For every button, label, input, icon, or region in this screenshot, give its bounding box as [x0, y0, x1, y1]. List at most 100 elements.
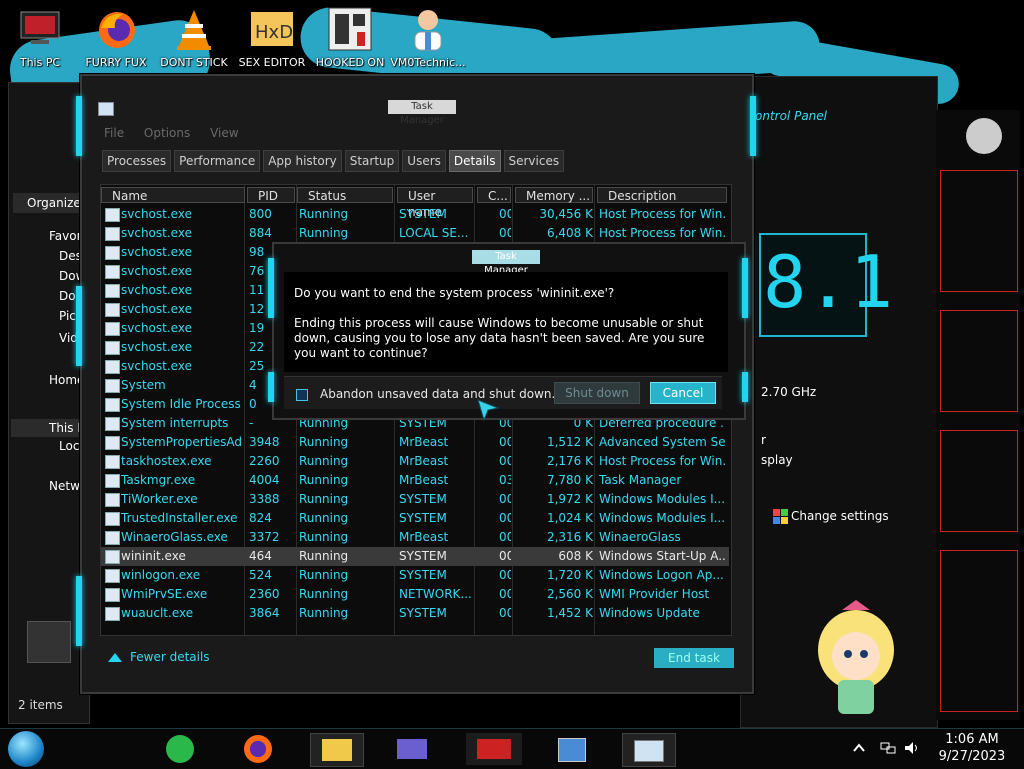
- task-manager-icon: [634, 740, 664, 762]
- column-header-status[interactable]: Status: [297, 187, 393, 203]
- column-header-name[interactable]: Name: [101, 187, 245, 203]
- tab-processes[interactable]: Processes: [102, 150, 172, 172]
- game-icon: [327, 6, 373, 52]
- cell-description: WinaeroGlass: [599, 530, 681, 544]
- control-panel-address[interactable]: ontrol Panel: [755, 107, 915, 125]
- taskbar-app-notes[interactable]: [156, 733, 204, 765]
- menu-view[interactable]: View: [210, 126, 238, 140]
- process-icon: [105, 588, 120, 602]
- table-row[interactable]: Taskmgr.exe 4004 Running MrBeast 03 7,780 K Ta…: [101, 471, 729, 490]
- column-header-memory[interactable]: Memory ...: [515, 187, 593, 203]
- cell-status: Running: [299, 226, 349, 240]
- cell-name: Taskmgr.exe: [121, 473, 196, 487]
- taskbar-app-firefox[interactable]: [234, 733, 282, 765]
- abandon-data-checkbox[interactable]: [296, 389, 308, 401]
- process-icon: [105, 208, 120, 222]
- cell-name: WinaeroGlass.exe: [121, 530, 228, 544]
- start-button[interactable]: [8, 731, 44, 767]
- tab-details[interactable]: Details: [448, 150, 501, 172]
- organize-button[interactable]: Organize: [13, 193, 83, 213]
- desktop-icon-sex-editor[interactable]: HxD SEX EDITOR: [232, 6, 312, 69]
- end-task-button[interactable]: End task: [654, 648, 734, 668]
- menu-options[interactable]: Options: [144, 126, 190, 140]
- windows-version: 8.1: [763, 240, 894, 324]
- tab-startup[interactable]: Startup: [344, 150, 400, 172]
- menu-bar: File Options View: [104, 126, 255, 140]
- column-header-cpu[interactable]: C...: [477, 187, 511, 203]
- desktop-icon-vm0technic[interactable]: VM0Technic...: [388, 6, 468, 69]
- table-row[interactable]: wuauclt.exe 3864 Running SYSTEM 00 1,452 K Win…: [101, 604, 729, 623]
- table-row[interactable]: winlogon.exe 524 Running SYSTEM 00 1,720 K Win…: [101, 566, 729, 585]
- cell-cpu: 00: [499, 606, 511, 620]
- table-row[interactable]: svchost.exe 884 Running LOCAL SE... 00 6,408 …: [101, 224, 729, 243]
- system-clock[interactable]: 1:06 AM 9/27/2023: [930, 731, 1014, 765]
- tab-performance[interactable]: Performance: [174, 150, 261, 172]
- task-manager-icon: [98, 102, 114, 116]
- table-row[interactable]: WinaeroGlass.exe 3372 Running MrBeast 00 2,31…: [101, 528, 729, 547]
- abandon-data-label[interactable]: Abandon unsaved data and shut down.: [320, 387, 555, 401]
- cell-pid: 884: [249, 226, 272, 240]
- table-row[interactable]: wininit.exe 464 Running SYSTEM 00 608 K Window…: [101, 547, 729, 566]
- column-header-username[interactable]: User name: [397, 187, 473, 219]
- taskbar-app-system[interactable]: [548, 733, 596, 765]
- nav-favorites[interactable]: Favor: [49, 229, 82, 243]
- cell-status: Running: [299, 530, 349, 544]
- cell-cpu: 00: [499, 549, 511, 563]
- cell-username: SYSTEM: [399, 606, 447, 620]
- tab-app-history[interactable]: App history: [263, 150, 342, 172]
- tab-users[interactable]: Users: [402, 150, 446, 172]
- table-row[interactable]: SystemPropertiesAd... 3948 Running MrBeast 0…: [101, 433, 729, 452]
- process-icon: [105, 417, 120, 431]
- alienware-icon: [966, 118, 1002, 154]
- column-header-pid[interactable]: PID: [247, 187, 295, 203]
- cell-memory: 1,720 K: [546, 568, 593, 582]
- desktop-icon-hooked-on[interactable]: HOOKED ON: [310, 6, 390, 69]
- cell-memory: 1,024 K: [546, 511, 593, 525]
- nav-desktop[interactable]: Des: [59, 249, 82, 263]
- taskbar-app-task-manager[interactable]: [622, 733, 676, 767]
- cell-name: svchost.exe: [121, 264, 192, 278]
- nav-this-pc[interactable]: This P: [11, 419, 85, 437]
- taskbar-app-alienware[interactable]: [466, 733, 522, 765]
- cell-status: Running: [299, 511, 349, 525]
- column-header-description[interactable]: Description: [597, 187, 727, 203]
- cursor-icon: [476, 398, 500, 422]
- cell-name: TiWorker.exe: [121, 492, 198, 506]
- cell-description: Host Process for Win...: [599, 207, 725, 221]
- show-hidden-icons[interactable]: [852, 741, 866, 755]
- table-row[interactable]: TiWorker.exe 3388 Running SYSTEM 00 1,972 K Wi…: [101, 490, 729, 509]
- nav-local-disk[interactable]: Loc: [59, 439, 79, 453]
- cell-name: wuauclt.exe: [121, 606, 194, 620]
- cancel-button[interactable]: Cancel: [650, 382, 716, 404]
- table-row[interactable]: taskhostex.exe 2260 Running MrBeast 00 2,176 …: [101, 452, 729, 471]
- cell-memory: 1,452 K: [546, 606, 593, 620]
- taskbar-app-control-panel[interactable]: [388, 733, 436, 765]
- desktop-icon-dont-stick[interactable]: DONT STICK: [154, 6, 234, 69]
- cell-memory: 6,408 K: [546, 226, 593, 240]
- volume-icon[interactable]: [904, 741, 920, 755]
- process-icon: [105, 436, 120, 450]
- hxd-editor-icon: HxD: [249, 6, 295, 52]
- table-row[interactable]: svchost.exe 800 Running SYSTEM 00 30,456 K Hos…: [101, 205, 729, 224]
- menu-file[interactable]: File: [104, 126, 124, 140]
- taskbar-app-explorer[interactable]: [310, 733, 364, 767]
- table-row[interactable]: TrustedInstaller.exe 824 Running SYSTEM 00 1,…: [101, 509, 729, 528]
- cell-name: wininit.exe: [121, 549, 186, 563]
- desktop-icon-this-pc[interactable]: This PC: [0, 6, 80, 69]
- alienware-icon: [477, 739, 511, 759]
- cell-pid: 3864: [249, 606, 280, 620]
- network-icon[interactable]: [880, 741, 896, 755]
- process-icon: [105, 341, 120, 355]
- shut-down-button[interactable]: Shut down: [554, 382, 640, 404]
- desktop-icon-furry-fux[interactable]: FURRY FUX: [76, 6, 156, 69]
- cell-pid: 464: [249, 549, 272, 563]
- end-process-dialog[interactable]: Task Manager Do you want to end the syst…: [268, 242, 748, 420]
- fewer-details-link[interactable]: Fewer details: [108, 650, 210, 664]
- table-row[interactable]: WmiPrvSE.exe 2360 Running NETWORK... 00 2,560…: [101, 585, 729, 604]
- tab-services[interactable]: Services: [503, 150, 565, 172]
- firefox-icon: [93, 6, 139, 52]
- change-settings-link[interactable]: Change settings: [791, 509, 889, 523]
- process-icon: [105, 303, 120, 317]
- cell-pid: 3372: [249, 530, 280, 544]
- cell-description: Windows Update: [599, 606, 700, 620]
